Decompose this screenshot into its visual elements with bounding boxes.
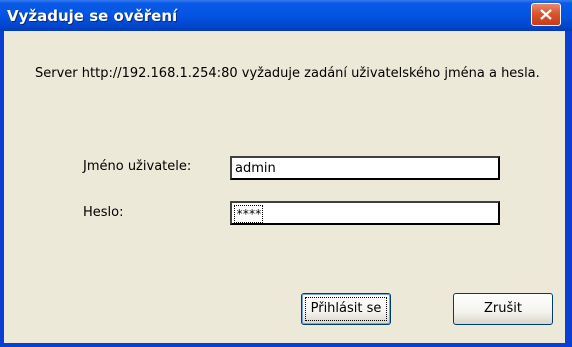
auth-dialog: Vyžaduje se ověření Server http://192.16… (0, 0, 572, 347)
password-label: Heslo: (83, 205, 124, 220)
username-field[interactable] (230, 156, 500, 180)
cancel-button-label: Zrušit (484, 301, 522, 316)
login-button-label: Přihlásit se (310, 301, 382, 316)
cancel-button[interactable]: Zrušit (453, 293, 553, 325)
password-field[interactable] (230, 201, 500, 225)
login-button[interactable]: Přihlásit se (301, 293, 391, 325)
title-bar[interactable]: Vyžaduje se ověření (0, 0, 572, 31)
dialog-body: Server http://192.168.1.254:80 vyžaduje … (4, 31, 565, 343)
dialog-title: Vyžaduje se ověření (7, 7, 178, 25)
auth-message: Server http://192.168.1.254:80 vyžaduje … (35, 66, 540, 81)
close-icon (540, 9, 552, 20)
close-button[interactable] (531, 3, 561, 26)
username-label: Jméno uživatele: (83, 159, 192, 174)
